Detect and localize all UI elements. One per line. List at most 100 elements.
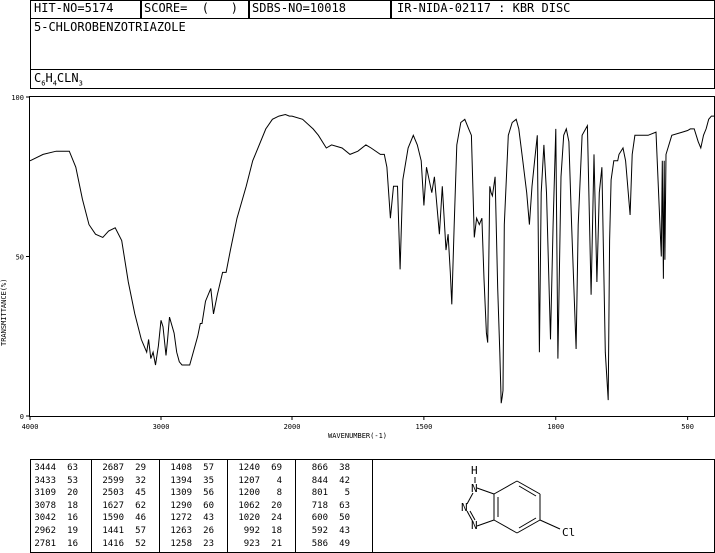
peak-transmittance: 24 bbox=[271, 513, 282, 524]
peak-column: 1240 69 1207 4 1200 8 1062 20 1020 24 992 18 923 21 bbox=[234, 462, 282, 550]
peak-wavenumber: 1062 bbox=[238, 500, 260, 511]
peak-transmittance: 49 bbox=[339, 538, 350, 549]
peak-transmittance: 4 bbox=[276, 475, 282, 486]
peak-column-divider bbox=[295, 459, 296, 553]
peak-wavenumber: 3042 bbox=[34, 513, 56, 524]
peak-wavenumber: 1263 bbox=[170, 525, 192, 536]
x-tick-label: 1500 bbox=[415, 423, 432, 431]
peak-row: 2962 19 bbox=[30, 525, 78, 538]
peak-wavenumber: 1207 bbox=[238, 475, 260, 486]
peak-row: 3042 16 bbox=[30, 512, 78, 525]
peak-wavenumber: 1394 bbox=[170, 475, 192, 486]
peak-transmittance: 26 bbox=[203, 525, 214, 536]
x-axis-label: WAVENUMBER(-1) bbox=[328, 432, 387, 440]
peak-row: 866 38 bbox=[302, 462, 350, 475]
peak-wavenumber: 1290 bbox=[170, 500, 192, 511]
n1-label: N bbox=[471, 482, 478, 495]
peak-wavenumber: 992 bbox=[243, 525, 260, 536]
peak-transmittance: 57 bbox=[203, 463, 214, 473]
peak-row: 1020 24 bbox=[234, 512, 282, 525]
molecular-formula: C6H4CLN3 bbox=[34, 71, 83, 88]
peak-wavenumber: 1408 bbox=[170, 463, 192, 473]
peak-row: 923 21 bbox=[234, 538, 282, 551]
sdbs-number: SDBS-NO=10018 bbox=[252, 1, 346, 15]
peak-transmittance: 18 bbox=[67, 500, 78, 511]
x-tick-label: 500 bbox=[681, 423, 694, 431]
n3-label: N bbox=[471, 519, 478, 532]
y-axis-ticks: 100 50 0 bbox=[11, 94, 30, 421]
x-tick-label: 3000 bbox=[153, 423, 170, 431]
peak-row: 600 50 bbox=[302, 512, 350, 525]
peak-transmittance: 43 bbox=[203, 513, 214, 524]
peak-wavenumber: 2687 bbox=[102, 463, 124, 473]
peak-transmittance: 38 bbox=[339, 463, 350, 473]
peak-row: 586 49 bbox=[302, 538, 350, 551]
header-divider-2 bbox=[248, 0, 250, 19]
peak-transmittance: 60 bbox=[203, 500, 214, 511]
peak-row: 1207 4 bbox=[234, 475, 282, 488]
peak-wavenumber: 844 bbox=[311, 475, 328, 486]
peak-column-divider bbox=[91, 459, 92, 553]
peak-transmittance: 19 bbox=[67, 525, 78, 536]
peak-transmittance: 63 bbox=[339, 500, 350, 511]
peak-wavenumber: 1200 bbox=[238, 488, 260, 499]
peak-transmittance: 53 bbox=[67, 475, 78, 486]
peak-row: 3078 18 bbox=[30, 500, 78, 513]
peak-wavenumber: 923 bbox=[243, 538, 260, 549]
chlorine-label: Cl bbox=[562, 526, 575, 539]
peak-row: 718 63 bbox=[302, 500, 350, 513]
peak-row: 3444 63 bbox=[30, 462, 78, 475]
peak-transmittance: 46 bbox=[135, 513, 146, 524]
peak-wavenumber: 1627 bbox=[102, 500, 124, 511]
peak-row: 2599 32 bbox=[98, 475, 146, 488]
peak-row: 2687 29 bbox=[98, 462, 146, 475]
y-tick-label: 100 bbox=[11, 94, 24, 102]
peak-wavenumber: 2781 bbox=[34, 538, 56, 549]
peak-transmittance: 8 bbox=[276, 488, 282, 499]
compound-name: 5-CHLOROBENZOTRIAZOLE bbox=[34, 20, 186, 34]
y-axis-label: TRANSMITTANCE(%) bbox=[0, 279, 8, 346]
score-label: SCORE= ( ) bbox=[144, 1, 238, 15]
peak-wavenumber: 866 bbox=[311, 463, 328, 473]
peak-transmittance: 29 bbox=[135, 463, 146, 473]
peak-transmittance: 43 bbox=[339, 525, 350, 536]
peak-transmittance: 42 bbox=[339, 475, 350, 486]
x-tick-label: 1000 bbox=[547, 423, 564, 431]
peak-wavenumber: 1441 bbox=[102, 525, 124, 536]
peak-wavenumber: 1309 bbox=[170, 488, 192, 499]
peak-transmittance: 32 bbox=[135, 475, 146, 486]
peak-row: 2781 16 bbox=[30, 538, 78, 551]
header-divider-1 bbox=[140, 0, 142, 19]
peak-row: 1272 43 bbox=[166, 512, 214, 525]
peak-transmittance: 50 bbox=[339, 513, 350, 524]
peak-wavenumber: 592 bbox=[311, 525, 328, 536]
peak-row: 592 43 bbox=[302, 525, 350, 538]
header-divider-3 bbox=[390, 0, 392, 19]
peak-column: 1408 57 1394 35 1309 56 1290 60 1272 43 1263 26 1258… bbox=[166, 462, 214, 550]
peak-wavenumber: 718 bbox=[311, 500, 328, 511]
header-bar bbox=[30, 0, 715, 19]
ir-code: IR-NIDA-02117 : KBR DISC bbox=[397, 1, 571, 15]
peak-row: 801 5 bbox=[302, 487, 350, 500]
n2-label: N bbox=[461, 501, 468, 514]
peak-transmittance: 16 bbox=[67, 513, 78, 524]
peak-wavenumber: 600 bbox=[311, 513, 328, 524]
x-tick-label: 4000 bbox=[22, 423, 39, 431]
peak-transmittance: 18 bbox=[271, 525, 282, 536]
peak-transmittance: 56 bbox=[203, 488, 214, 499]
peak-wavenumber: 1416 bbox=[102, 538, 124, 549]
peak-transmittance: 20 bbox=[271, 500, 282, 511]
peak-row: 1240 69 bbox=[234, 462, 282, 475]
peak-wavenumber: 1240 bbox=[238, 463, 260, 473]
peak-wavenumber: 2503 bbox=[102, 488, 124, 499]
peak-transmittance: 21 bbox=[271, 538, 282, 549]
peak-row: 1062 20 bbox=[234, 500, 282, 513]
peak-wavenumber: 586 bbox=[311, 538, 328, 549]
peak-column: 866 38 844 42 801 5 718 63 600 50 592 43 586 49 bbox=[302, 462, 350, 550]
peak-transmittance: 45 bbox=[135, 488, 146, 499]
peak-wavenumber: 3109 bbox=[34, 488, 56, 499]
peak-row: 1416 52 bbox=[98, 538, 146, 551]
nh-hydrogen-label: H bbox=[471, 464, 478, 477]
peak-transmittance: 35 bbox=[203, 475, 214, 486]
x-tick-label: 2000 bbox=[284, 423, 301, 431]
